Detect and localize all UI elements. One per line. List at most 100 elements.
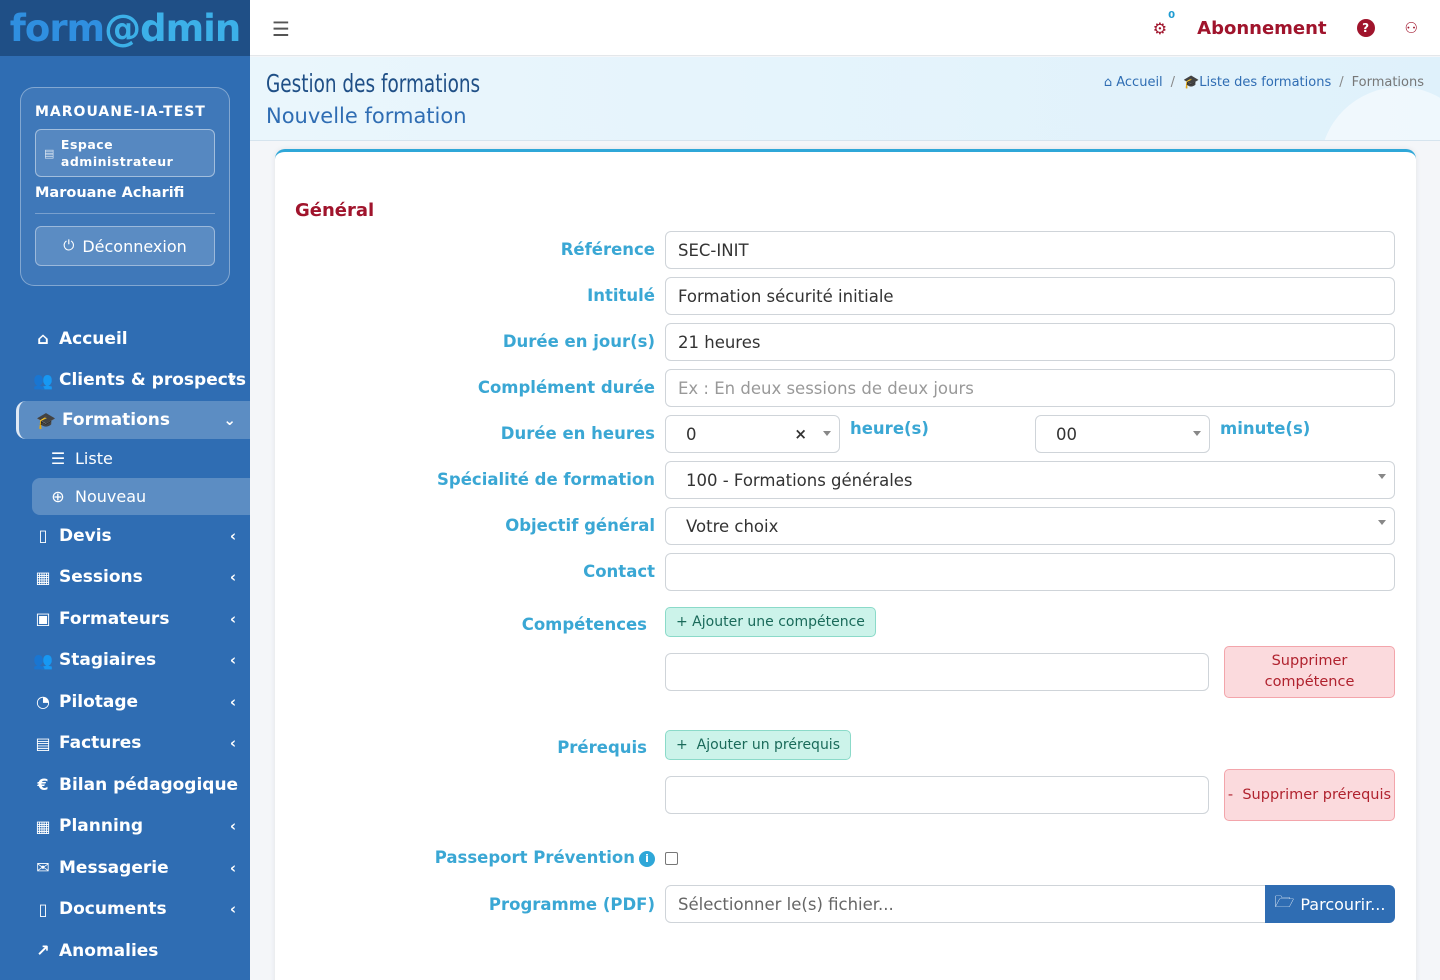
admin-space-badge[interactable]: ▤ Espace administrateur (35, 129, 215, 177)
logout-button[interactable]: ⏻ Déconnexion (35, 226, 215, 266)
breadcrumb-separator: / (1339, 75, 1344, 90)
add-competence-button[interactable]: + Ajouter une compétence (665, 607, 876, 637)
sidebar-item-formations[interactable]: 🎓 Formations ⌄ (16, 401, 250, 439)
gauge-icon: ◔ (36, 692, 50, 712)
competences-label: Compétences (521, 615, 647, 634)
sidebar-item-label: Pilotage (59, 691, 139, 712)
breadcrumb-list-label: Liste des formations (1199, 75, 1332, 90)
duree-jours-label: Durée en jour(s) (502, 332, 655, 351)
sidebar-item-label: Documents (59, 899, 167, 920)
objectif-select[interactable]: Votre choix (665, 507, 1395, 545)
sidebar-subitem-liste[interactable]: ☰ Liste (16, 439, 250, 478)
sidebar-item-label: Accueil (59, 328, 128, 349)
chevron-left-icon: ‹ (229, 609, 236, 628)
prerequis-input[interactable] (665, 776, 1209, 814)
sidebar-item-planning[interactable]: ▦ Planning ‹ (16, 806, 250, 848)
duree-heures-label: Durée en heures (500, 424, 655, 443)
help-icon[interactable]: ? (1356, 19, 1375, 37)
sidebar-item-clients[interactable]: 👥 Clients & prospects ‹ (16, 360, 250, 402)
complement-label: Complément durée (477, 378, 655, 397)
sidebar-item-accueil[interactable]: ⌂ Accueil (16, 318, 250, 360)
sidebar-item-anomalies[interactable]: ↗ Anomalies (16, 930, 250, 972)
passeport-label-text: Passeport Prévention (434, 848, 635, 867)
dropdown-arrow-icon (1378, 520, 1386, 525)
hours-select[interactable]: 0 × (665, 415, 840, 453)
minutes-value: 00 (1056, 424, 1077, 444)
specialite-value: 100 - Formations générales (686, 470, 913, 490)
sidebar-item-label: Planning (59, 816, 144, 837)
competence-input[interactable] (665, 653, 1209, 691)
programme-file-input[interactable]: Sélectionner le(s) fichier... (665, 885, 1266, 923)
breadcrumb-home[interactable]: ⌂ Accueil (1104, 75, 1163, 90)
calendar-icon: ▦ (35, 567, 51, 587)
breadcrumb-list[interactable]: 🎓Liste des formations (1183, 75, 1331, 90)
chevron-down-icon: ⌄ (223, 411, 236, 429)
browse-label: Parcourir... (1300, 894, 1386, 914)
delete-competence-button[interactable]: Supprimer compétence (1224, 646, 1395, 698)
chevron-left-icon: ‹ (229, 568, 236, 587)
sidebar-item-stagiaires[interactable]: 👥 Stagiaires ‹ (16, 640, 250, 682)
duree-jours-input[interactable]: 21 heures (665, 323, 1395, 361)
programme-label: Programme (PDF) (488, 895, 655, 914)
folder-open-icon: 🗁 (1274, 891, 1295, 911)
sidebar-item-bilan[interactable]: € Bilan pédagogique (16, 764, 250, 806)
sidebar-subitem-label: Nouveau (75, 487, 147, 506)
sidebar-subitem-label: Liste (75, 449, 113, 468)
building-icon: ▤ (44, 146, 55, 160)
sidebar-item-label: Stagiaires (59, 650, 157, 671)
complement-input[interactable]: Ex : En deux sessions de deux jours (665, 369, 1395, 407)
specialite-select[interactable]: 100 - Formations générales (665, 461, 1395, 499)
sidebar-nav: ⌂ Accueil 👥 Clients & prospects ‹ 🎓 Form… (16, 318, 250, 972)
user-name: Marouane Acharifi (35, 185, 215, 214)
contact-label: Contact (583, 562, 655, 581)
passeport-checkbox[interactable] (665, 852, 678, 865)
hours-unit: heure(s) (850, 419, 929, 438)
topbar-actions: ⚙ 0 Abonnement ? ⚇ (1153, 0, 1418, 56)
chevron-left-icon: ‹ (229, 651, 236, 670)
page-subtitle: Nouvelle formation (266, 104, 467, 128)
prerequis-label: Prérequis (557, 738, 647, 757)
specialite-label: Spécialité de formation (437, 470, 655, 489)
add-prerequis-button[interactable]: + Ajouter un prérequis (665, 730, 851, 760)
minutes-select[interactable]: 00 (1035, 415, 1210, 453)
delete-prerequis-button[interactable]: - Supprimer prérequis (1224, 769, 1395, 821)
notifications-icon: ⚙ (1152, 18, 1168, 38)
euro-icon: € (37, 775, 49, 795)
intitule-input[interactable]: Formation sécurité initiale (665, 277, 1395, 315)
mail-icon: ✉ (36, 858, 50, 878)
intitule-label: Intitulé (587, 286, 655, 305)
app-logo[interactable]: form @dmin (0, 0, 250, 56)
contact-input[interactable] (665, 553, 1395, 591)
sidebar: form @dmin MAROUANE-IA-TEST ▤ Espace admi… (0, 0, 250, 980)
objectif-value: Votre choix (686, 516, 779, 536)
info-icon[interactable]: i (639, 850, 655, 867)
reference-input[interactable]: SEC-INIT (665, 231, 1395, 269)
sidebar-item-documents[interactable]: ▯ Documents ‹ (16, 889, 250, 931)
user-settings-icon[interactable]: ⚇ (1405, 19, 1418, 37)
chevron-left-icon: ‹ (229, 371, 236, 390)
menu-toggle-icon[interactable]: ☰ (272, 17, 290, 41)
subscription-link[interactable]: Abonnement (1197, 18, 1326, 39)
objectif-label: Objectif général (505, 516, 655, 535)
sidebar-subitem-nouveau[interactable]: ⊕ Nouveau (32, 478, 250, 515)
logo-part1: form (9, 6, 105, 50)
breadcrumb-home-label: Accueil (1116, 75, 1163, 90)
sidebar-item-devis[interactable]: ▯ Devis ‹ (16, 515, 250, 557)
sidebar-item-messagerie[interactable]: ✉ Messagerie ‹ (16, 847, 250, 889)
power-icon: ⏻ (63, 238, 75, 254)
header-decoration (1320, 87, 1440, 140)
notifications-button[interactable]: ⚙ 0 (1152, 10, 1175, 38)
page-header: Gestion des formations Nouvelle formatio… (250, 57, 1440, 141)
chevron-left-icon: ‹ (229, 692, 236, 711)
sidebar-item-factures[interactable]: ▤ Factures ‹ (16, 723, 250, 765)
sidebar-item-pilotage[interactable]: ◔ Pilotage ‹ (16, 681, 250, 723)
page-title: Gestion des formations (266, 69, 481, 98)
clear-hours-icon[interactable]: × (794, 425, 807, 443)
trainer-icon: ▣ (35, 609, 51, 629)
sidebar-item-label: Devis (59, 525, 112, 546)
browse-button[interactable]: 🗁 Parcourir... (1265, 885, 1395, 923)
sidebar-item-sessions[interactable]: ▦ Sessions ‹ (16, 557, 250, 599)
sidebar-item-label: Bilan pédagogique (59, 774, 239, 795)
breadcrumb: ⌂ Accueil / 🎓Liste des formations / Form… (1104, 75, 1424, 90)
sidebar-item-formateurs[interactable]: ▣ Formateurs ‹ (16, 598, 250, 640)
